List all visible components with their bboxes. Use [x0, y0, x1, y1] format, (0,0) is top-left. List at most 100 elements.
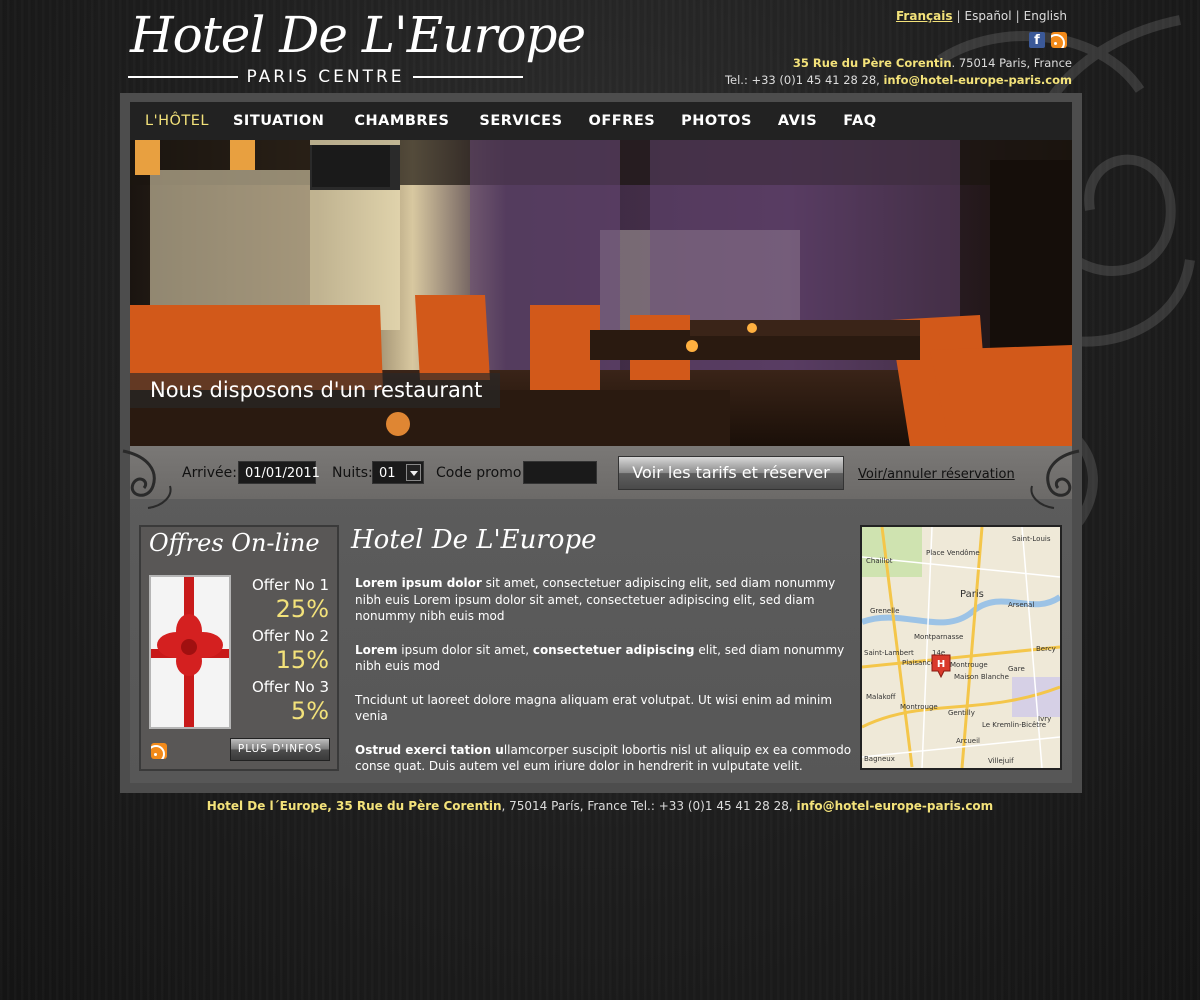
logo-subtitle-row: PARIS CENTRE [128, 66, 523, 88]
map-label: Maison Blanche [954, 673, 1009, 681]
manage-reservation-link[interactable]: Voir/annuler réservation [858, 467, 1015, 482]
nav-item-offres[interactable]: OFFRES [589, 113, 656, 129]
offer-item[interactable]: Offer No 3 5% [241, 679, 329, 726]
dropdown-arrow-icon[interactable] [406, 464, 421, 481]
booking-bar: Arrivée: 01/01/2011 Nuits: 01 Code promo… [122, 446, 1080, 509]
logo-subtitle: PARIS CENTRE [246, 67, 405, 87]
facebook-icon[interactable]: f [1029, 32, 1045, 48]
offer-discount: 25% [275, 595, 329, 623]
map-label: Malakoff [866, 693, 896, 701]
map-label: Paris [960, 589, 984, 600]
more-info-button[interactable]: PLUS D'INFOS [230, 738, 330, 761]
main-frame: L'HÔTEL SITUATION CHAMBRES SERVICES OFFR… [120, 93, 1082, 793]
nav-item-faq[interactable]: FAQ [843, 113, 876, 129]
nights-label: Nuits: [332, 465, 373, 481]
lang-separator: | [956, 9, 961, 23]
rss-icon[interactable] [1051, 32, 1067, 48]
offers-panel: Offres On-line Offer No 1 25% Offer No 2… [139, 525, 339, 771]
gift-bow-icon [151, 577, 229, 727]
map-label: Place Vendôme [926, 549, 980, 557]
language-switcher: Français | Español | English [896, 9, 1067, 23]
intro-section: Hotel De L'Europe Lorem ipsum dolor sit … [351, 525, 855, 792]
promo-code-input[interactable] [523, 461, 597, 484]
hotel-logo[interactable]: Hotel De L'Europe PARIS CENTRE [128, 6, 586, 90]
map-marker-label: H [937, 659, 945, 670]
address-street: 35 Rue du Père Corentin [792, 56, 952, 70]
map-label: Le Kremlin-Bicêtre [982, 721, 1046, 729]
paragraph-bold: consectetuer adipiscing [532, 642, 695, 657]
intro-paragraph: Lorem ipsum dolor sit amet, consectetuer… [355, 642, 855, 675]
phone-text: Tel.: +33 (0)1 45 41 28 28, [724, 73, 884, 87]
paragraph-bold: Lorem ipsum dolor [355, 576, 482, 590]
map-label: Arsenal [1008, 601, 1034, 609]
logo-title: Hotel De L'Europe [130, 6, 586, 64]
header-address: 35 Rue du Père Corentin. 75014 Paris, Fr… [725, 55, 1072, 89]
address-line: 35 Rue du Père Corentin. 75014 Paris, Fr… [725, 55, 1072, 72]
map-image: Place Vendôme Saint-Louis Chaillot Paris… [862, 527, 1060, 768]
lang-french-link[interactable]: Français [896, 9, 952, 23]
footer-contact: , 75014 París, France Tel.: +33 (0)1 45 … [501, 799, 797, 813]
nav-item-photos[interactable]: PHOTOS [681, 113, 752, 129]
logo-rule-right [412, 76, 523, 78]
contact-line: Tel.: +33 (0)1 45 41 28 28, info@hotel-e… [725, 72, 1072, 89]
arrival-label: Arrivée: [182, 465, 237, 481]
footer: Hotel De l´Europe, 35 Rue du Père Corent… [0, 799, 1200, 813]
gift-image [149, 575, 231, 729]
map-label: Montparnasse [914, 633, 963, 641]
offer-item[interactable]: Offer No 1 25% [241, 577, 329, 624]
footer-email-link[interactable]: info@hotel-europe-paris.com [796, 799, 993, 813]
nights-select[interactable]: 01 [372, 461, 424, 484]
offer-item[interactable]: Offer No 2 15% [241, 628, 329, 675]
hero-banner: Nous disposons d'un restaurant [130, 140, 1072, 446]
paragraph-text: ipsum dolor sit amet, [397, 642, 533, 657]
map-label: Bagneux [864, 755, 895, 763]
offer-discount: 15% [275, 646, 329, 674]
booking-flourish-left [122, 449, 172, 509]
offer-name: Offer No 1 [251, 576, 329, 594]
nights-value: 01 [379, 466, 396, 481]
logo-rule-left [128, 76, 239, 78]
footer-address: Hotel De l´Europe, 35 Rue du Père Corent… [206, 799, 502, 813]
map-label: Bercy [1036, 645, 1056, 653]
paragraph-bold: Lorem [355, 642, 398, 657]
paragraph-text: Tncidunt ut laoreet dolore magna aliquam… [355, 692, 833, 724]
map-label: Arcueil [956, 737, 980, 745]
paragraph-bold: Ostrud exerci tation u [355, 742, 504, 757]
lang-spanish-link[interactable]: Español [965, 9, 1012, 23]
nav-item-chambres[interactable]: CHAMBRES [354, 113, 449, 129]
map-label: Montrouge [900, 703, 938, 711]
social-links: f [1029, 32, 1067, 48]
arrival-date-input[interactable]: 01/01/2011 [238, 461, 320, 484]
nav-item-situation[interactable]: SITUATION [233, 113, 324, 129]
nav-item-hotel[interactable]: L'HÔTEL [145, 113, 209, 129]
offer-name: Offer No 2 [251, 627, 329, 645]
nav-item-avis[interactable]: AVIS [778, 113, 817, 129]
intro-title: Hotel De L'Europe [351, 525, 597, 555]
map-label: Saint-Louis [1012, 535, 1051, 543]
check-rates-button[interactable]: Voir les tarifs et réserver [618, 456, 844, 490]
map-label: Gare [1008, 665, 1025, 673]
lang-separator: | [1015, 9, 1020, 23]
map-label: Ivry [1038, 715, 1051, 723]
intro-paragraph: Lorem ipsum dolor sit amet, consectetuer… [355, 575, 855, 625]
email-link[interactable]: info@hotel-europe-paris.com [883, 73, 1072, 87]
main-nav: L'HÔTEL SITUATION CHAMBRES SERVICES OFFR… [130, 102, 1072, 140]
booking-flourish-right [1030, 449, 1080, 509]
hero-caption: Nous disposons d'un restaurant [130, 373, 500, 408]
rss-icon[interactable] [151, 743, 167, 759]
location-map[interactable]: Place Vendôme Saint-Louis Chaillot Paris… [860, 525, 1062, 770]
map-label: Montrouge [950, 661, 988, 669]
map-label: Saint-Lambert [864, 649, 914, 657]
address-city: . 75014 Paris, France [951, 56, 1072, 70]
nav-item-services[interactable]: SERVICES [479, 113, 562, 129]
map-label: Grenelle [870, 607, 899, 615]
offer-list: Offer No 1 25% Offer No 2 15% Offer No 3… [241, 577, 329, 730]
intro-paragraph: Ostrud exerci tation ullamcorper suscipi… [355, 742, 855, 775]
offers-title: Offres On-line [149, 529, 320, 557]
map-label: Plaisance [902, 659, 935, 667]
map-label: Villejuif [988, 757, 1014, 765]
map-label: Chaillot [866, 557, 893, 565]
map-label: Gentilly [948, 709, 975, 717]
lang-english-link[interactable]: English [1024, 9, 1067, 23]
intro-paragraph: Tncidunt ut laoreet dolore magna aliquam… [355, 692, 855, 725]
